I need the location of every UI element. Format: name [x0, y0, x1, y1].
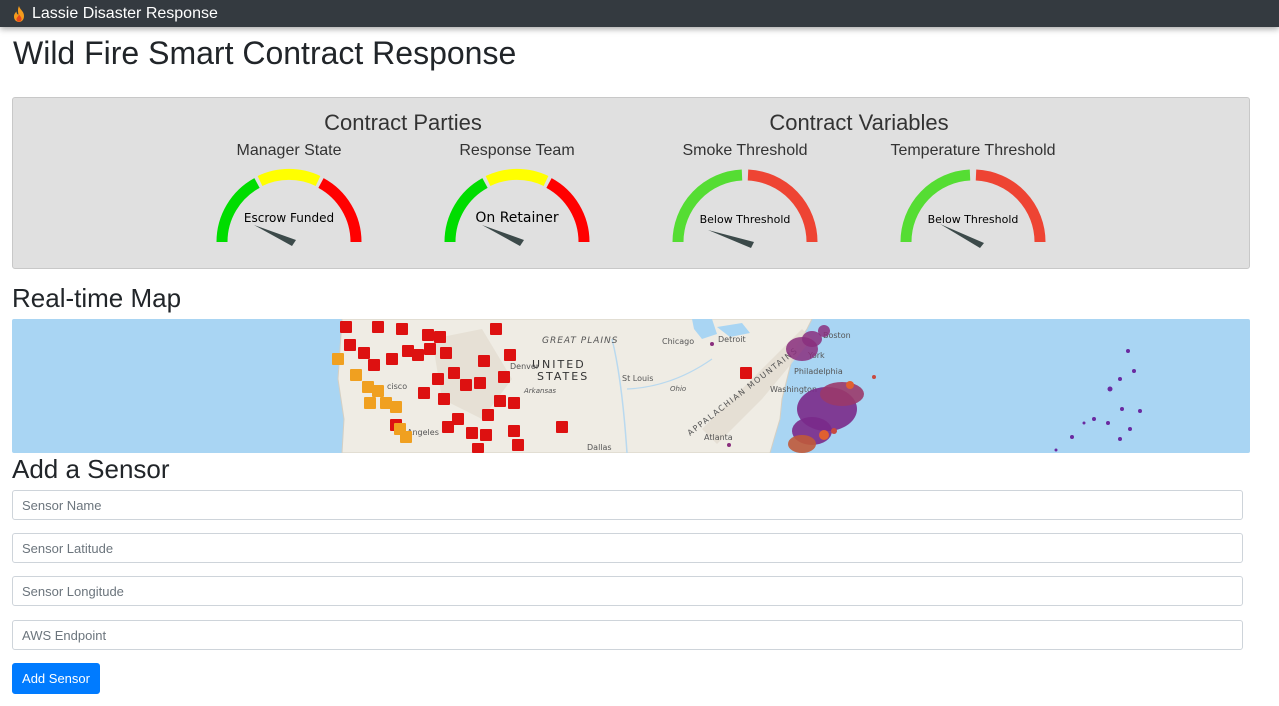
map-label: STATES — [537, 370, 589, 383]
gauge-needle — [940, 224, 984, 248]
manager-state-gauge: Manager State Escrow Funded — [194, 142, 384, 252]
navbar: Lassie Disaster Response — [0, 0, 1279, 27]
map-label: GREAT PLAINS — [542, 336, 618, 346]
add-sensor-title: Add a Sensor — [12, 454, 170, 484]
contract-variables-title: Contract Variables — [769, 110, 949, 135]
brand-text: Lassie Disaster Response — [32, 4, 218, 22]
map-label: Dallas — [587, 443, 612, 452]
gauge-label: Smoke Threshold — [682, 142, 808, 159]
map-label: Detroit — [718, 335, 746, 344]
gauge-label: Temperature Threshold — [890, 142, 1056, 159]
gauge-dial: Below Threshold — [900, 169, 1046, 248]
navbar-brand[interactable]: Lassie Disaster Response — [11, 5, 218, 23]
gauge-dial: Escrow Funded — [216, 168, 362, 246]
gauge-needle — [254, 225, 296, 246]
gauge-label: Response Team — [459, 142, 575, 159]
sensor-longitude-input[interactable] — [12, 576, 1243, 606]
gauge-value: Below Threshold — [928, 213, 1019, 226]
map-label: Atlanta — [704, 433, 733, 442]
map-label: St Louis — [622, 374, 653, 383]
map-canvas[interactable]: GREAT PLAINS UNITED STATES Chicago Detro… — [12, 319, 1250, 453]
gauge-dial: On Retainer — [444, 168, 590, 246]
gauge-needle — [708, 230, 754, 248]
aws-endpoint-input[interactable] — [12, 620, 1243, 650]
map-label: Arkansas — [523, 387, 556, 395]
sensor-latitude-input[interactable] — [12, 533, 1243, 563]
contract-panel: Contract Parties Contract Variables Mana… — [12, 97, 1250, 269]
map-label: cisco — [387, 382, 407, 391]
gauge-needle — [482, 225, 524, 246]
map-title: Real-time Map — [12, 283, 182, 313]
map-label: Denver — [510, 362, 540, 371]
map-label: Philadelphia — [794, 367, 843, 376]
contract-parties-title: Contract Parties — [324, 110, 482, 135]
map-label: Chicago — [662, 337, 694, 346]
gauge-label: Manager State — [236, 142, 342, 159]
map-label: Ohio — [670, 385, 686, 393]
add-sensor-button[interactable]: Add Sensor — [12, 663, 100, 694]
gauge-value: Below Threshold — [700, 213, 791, 226]
realtime-map[interactable]: GREAT PLAINS UNITED STATES Chicago Detro… — [12, 319, 1250, 453]
page-title: Wild Fire Smart Contract Response — [13, 35, 517, 71]
smoke-threshold-gauge: Smoke Threshold Below Threshold — [650, 142, 840, 252]
fire-icon — [14, 5, 24, 22]
gauge-value: On Retainer — [475, 210, 558, 226]
gauge-value: Escrow Funded — [244, 211, 334, 225]
response-team-gauge: Response Team On Retainer — [422, 142, 612, 252]
temperature-threshold-gauge: Temperature Threshold Below Threshold — [878, 142, 1068, 252]
sensor-name-input[interactable] — [12, 490, 1243, 520]
gauge-dial: Below Threshold — [672, 169, 818, 248]
